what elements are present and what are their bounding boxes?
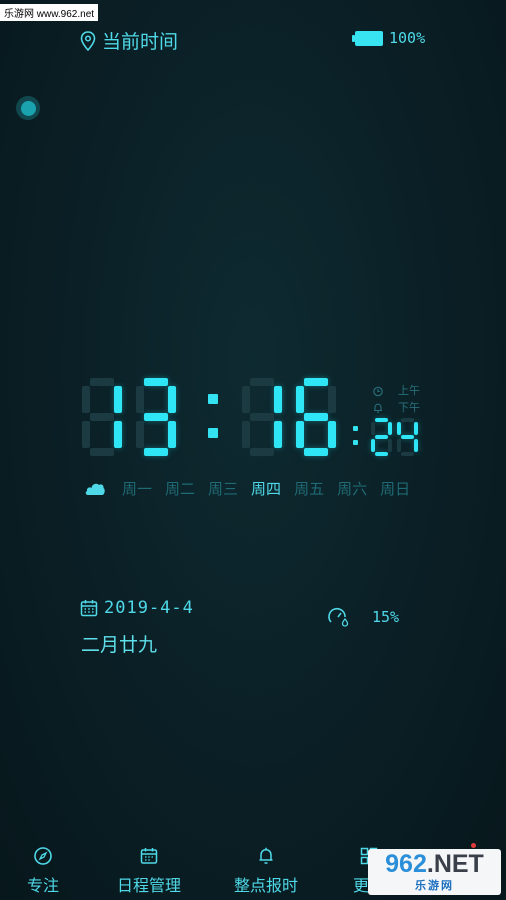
humidity-value: 15% — [372, 608, 400, 626]
hour-tens-digit — [82, 378, 122, 456]
segment-b — [168, 386, 176, 413]
gregorian-date-text: 2019-4-4 — [104, 598, 194, 618]
segment-b — [414, 422, 418, 435]
segment-e — [82, 421, 90, 448]
segment-a — [144, 378, 168, 386]
segment-c — [274, 421, 282, 448]
nav-focus-label: 专注 — [27, 876, 60, 895]
calendar-icon — [80, 600, 98, 617]
segment-e — [371, 439, 375, 452]
segment-c — [328, 421, 336, 448]
site-logo-watermark: 962.NET 乐游网 — [368, 849, 501, 895]
logo-main: 962.NET — [385, 849, 484, 878]
battery-indicator: 100% — [352, 29, 426, 47]
segment-d — [250, 448, 274, 456]
segment-f — [397, 422, 401, 435]
segment-g — [90, 413, 114, 421]
segment-b — [328, 386, 336, 413]
location-label: 当前时间 — [102, 31, 179, 53]
watermark: 乐游网 www.962.net — [0, 4, 99, 21]
current-time-header[interactable]: 当前时间 — [80, 27, 178, 54]
segment-a — [401, 418, 414, 422]
segment-f — [242, 386, 250, 413]
segment-d — [144, 448, 168, 456]
segment-f — [136, 386, 144, 413]
notification-dot — [471, 843, 476, 848]
segment-c — [414, 439, 418, 452]
weekday-saturday: 周六 — [337, 480, 368, 498]
segment-c — [168, 421, 176, 448]
segment-b — [114, 386, 122, 413]
gregorian-date[interactable]: 2019-4-4 — [80, 598, 194, 618]
segment-a — [304, 378, 328, 386]
nav-focus[interactable]: 专注 — [27, 846, 59, 896]
segment-f — [296, 386, 304, 413]
humidity-gauge-icon — [328, 607, 349, 627]
nav-schedule[interactable]: 日程管理 — [117, 846, 181, 896]
clock-colon-bottom — [208, 428, 218, 438]
segment-d — [401, 452, 414, 456]
chime-bell-icon — [259, 847, 273, 864]
nav-hourly-chime[interactable]: 整点报时 — [234, 846, 298, 896]
weekday-tuesday: 周二 — [165, 480, 196, 498]
segment-c — [388, 439, 392, 452]
second-ones-digit — [397, 418, 418, 456]
battery-text: 100% — [389, 29, 426, 47]
pm-label: 下午 — [398, 401, 420, 414]
weekday-row: 周一 周二 周三 周四 周五 周六 周日 — [84, 478, 423, 499]
am-pm-indicator: 上午 下午 — [372, 382, 420, 416]
segment-e — [296, 421, 304, 448]
nav-schedule-label: 日程管理 — [117, 876, 182, 895]
focus-compass-icon — [34, 847, 52, 865]
weekday-wednesday: 周三 — [208, 480, 239, 498]
bell-icon — [374, 403, 382, 413]
seconds-colon-top — [353, 426, 358, 431]
segment-d — [304, 448, 328, 456]
logo-sub: 乐游网 — [415, 878, 454, 892]
segment-g — [144, 413, 168, 421]
location-pin-icon — [80, 30, 96, 51]
floating-ball-button[interactable] — [16, 96, 40, 120]
weekday-friday: 周五 — [294, 480, 325, 498]
segment-e — [397, 439, 401, 452]
segment-d — [375, 452, 388, 456]
minute-tens-digit — [242, 378, 282, 456]
schedule-calendar-icon — [140, 848, 158, 864]
weekday-sunday: 周日 — [380, 480, 411, 498]
weather-cloud-icon[interactable] — [84, 480, 106, 498]
minute-ones-digit — [296, 378, 336, 456]
segment-f — [82, 386, 90, 413]
segment-d — [90, 448, 114, 456]
segment-g — [304, 413, 328, 421]
clock-colon-top — [208, 394, 218, 404]
alarm-clock-icon — [373, 386, 383, 396]
segment-f — [371, 422, 375, 435]
hour-ones-digit — [136, 378, 176, 456]
segment-c — [114, 421, 122, 448]
weekday-thursday: 周四 — [251, 480, 282, 498]
segment-b — [274, 386, 282, 413]
segment-b — [388, 422, 392, 435]
battery-icon — [352, 30, 383, 46]
segment-a — [375, 418, 388, 422]
segment-a — [90, 378, 114, 386]
segment-a — [250, 378, 274, 386]
second-tens-digit — [371, 418, 392, 456]
am-label: 上午 — [398, 384, 420, 397]
seconds-colon-bottom — [353, 440, 358, 445]
weekday-monday: 周一 — [122, 480, 153, 498]
segment-e — [136, 421, 144, 448]
segment-g — [375, 435, 388, 439]
segment-e — [242, 421, 250, 448]
segment-g — [250, 413, 274, 421]
lunar-date: 二月廿九 — [81, 634, 158, 656]
humidity-indicator: 15% — [328, 607, 399, 627]
segment-g — [401, 435, 414, 439]
nav-hourly-chime-label: 整点报时 — [234, 876, 299, 895]
